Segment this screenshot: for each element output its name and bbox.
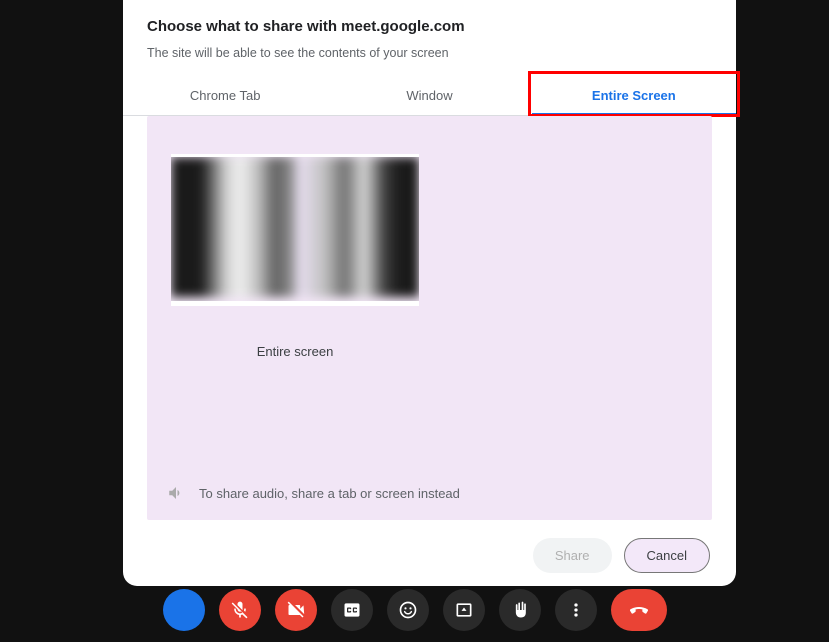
present-button[interactable] (443, 589, 485, 631)
tab-label: Entire Screen (592, 88, 676, 103)
camera-off-button[interactable] (275, 589, 317, 631)
mic-off-button[interactable] (219, 589, 261, 631)
toolbar-button-unknown[interactable] (163, 589, 205, 631)
thumbnail-label: Entire screen (171, 344, 419, 359)
more-vert-icon (566, 600, 586, 620)
screen-thumbnail[interactable]: Entire screen (171, 154, 419, 359)
captions-button[interactable] (331, 589, 373, 631)
captions-icon (342, 600, 362, 620)
tab-entire-screen[interactable]: Entire Screen (532, 78, 736, 116)
reactions-button[interactable] (387, 589, 429, 631)
screen-preview-image (171, 157, 419, 297)
cancel-button[interactable]: Cancel (624, 538, 710, 573)
more-button[interactable] (555, 589, 597, 631)
tab-chrome-tab[interactable]: Chrome Tab (123, 78, 327, 116)
hand-icon (510, 600, 530, 620)
present-icon (454, 600, 474, 620)
camera-off-icon (286, 600, 306, 620)
dialog-footer: Share Cancel (123, 520, 736, 573)
raise-hand-button[interactable] (499, 589, 541, 631)
phone-icon (627, 598, 651, 622)
speaker-icon (167, 484, 185, 502)
dialog-subtitle: The site will be able to see the content… (147, 46, 712, 60)
tab-window[interactable]: Window (327, 78, 531, 116)
mic-off-icon (230, 600, 250, 620)
share-content-area: Entire screen To share audio, share a ta… (147, 116, 712, 520)
share-dialog: Choose what to share with meet.google.co… (123, 0, 736, 586)
audio-hint-text: To share audio, share a tab or screen in… (199, 486, 460, 501)
share-button[interactable]: Share (533, 538, 612, 573)
end-call-button[interactable] (611, 589, 667, 631)
audio-hint: To share audio, share a tab or screen in… (167, 484, 460, 502)
dialog-title: Choose what to share with meet.google.co… (147, 18, 712, 35)
meet-toolbar (0, 588, 829, 632)
emoji-icon (398, 600, 418, 620)
share-tabs: Chrome Tab Window Entire Screen (123, 78, 736, 116)
